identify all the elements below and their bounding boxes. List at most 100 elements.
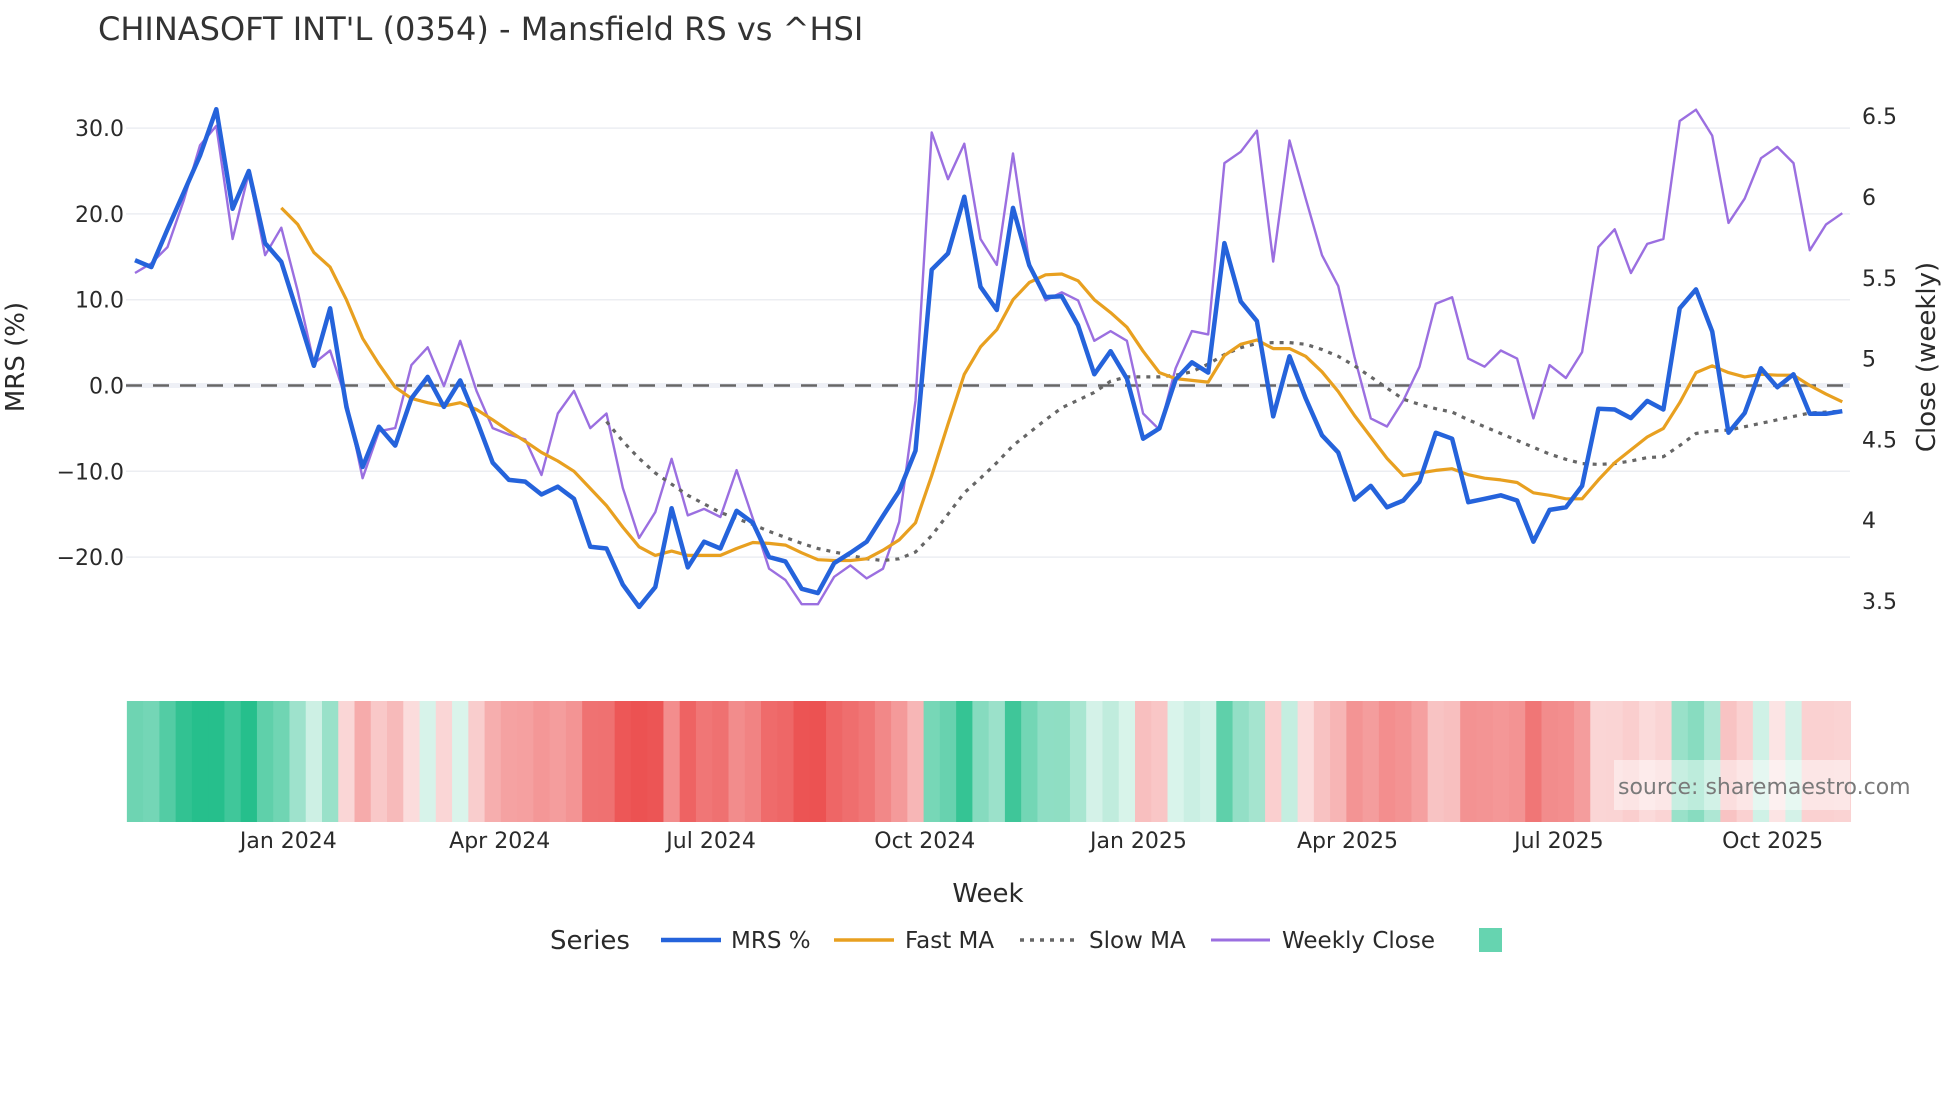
mrs-line (134, 106, 1843, 610)
heatmap-cell (387, 701, 404, 822)
heatmap-cell (321, 701, 339, 822)
heatmap-cell (1313, 701, 1331, 822)
legend-label-slow-ma: Slow MA (1089, 928, 1186, 954)
heatmap-cell (1086, 701, 1104, 822)
legend: Series MRS % Fast MA Slow MA Weekly Clos… (550, 926, 1502, 956)
x-axis-title: Week (952, 879, 1023, 909)
legend-item-weekly-close[interactable]: Weekly Close (1211, 928, 1435, 954)
heatmap-cell (517, 701, 534, 822)
heatmap-cell (679, 701, 697, 822)
heatmap-cell (728, 701, 746, 822)
heatmap-cell (370, 701, 388, 822)
heatmap-cell (1411, 701, 1429, 822)
heatmap-cell (972, 701, 990, 822)
heatmap-cell (224, 701, 242, 822)
gridlines (126, 127, 1850, 558)
x-tick-label: Oct 2024 (874, 829, 975, 854)
heatmap-cell (1378, 701, 1396, 822)
heatmap-cell (452, 701, 469, 822)
legend-item-slow-ma[interactable]: Slow MA (1020, 928, 1186, 954)
heatmap-cell (793, 701, 811, 822)
heatmap-cell (1574, 701, 1591, 822)
mrs-heatmap-strip (126, 701, 1852, 822)
heatmap-cell (1037, 701, 1055, 822)
legend-item-mrs[interactable]: MRS % (661, 928, 811, 954)
heatmap-cell (1134, 701, 1152, 822)
x-tick-label: Oct 2025 (1722, 829, 1823, 854)
x-tick-label: Jul 2025 (1512, 829, 1604, 854)
heatmap-cell (647, 701, 665, 822)
heatmap-cell (159, 701, 177, 822)
weekly-close-line (134, 108, 1843, 606)
y2-tick-label: 5.5 (1862, 267, 1897, 292)
heatmap-cell (305, 701, 323, 822)
legend-swatch-heatmap[interactable] (1479, 928, 1502, 952)
y2-tick-label: 6 (1862, 186, 1876, 211)
heatmap-cell (712, 701, 730, 822)
source-annotation: source: sharemaestro.com (1614, 760, 1911, 810)
chart-title: CHINASOFT INT'L (0354) - Mansfield RS vs… (98, 10, 863, 48)
heatmap-cell (663, 701, 681, 822)
heatmap-cell (1232, 701, 1250, 822)
heatmap-cell (598, 701, 616, 822)
heatmap-cell (1443, 701, 1461, 822)
x-tick-label: Jan 2025 (1088, 829, 1187, 854)
y2-tick-label: 3.5 (1862, 590, 1897, 615)
heatmap-cell (143, 701, 160, 822)
left-y-axis-ticks: 30.0 20.0 10.0 0.0 −10.0 −20.0 (57, 117, 124, 571)
heatmap-cell (1460, 701, 1478, 822)
heatmap-cell (500, 701, 518, 822)
heatmap-cell (273, 701, 291, 822)
heatmap-cell (1330, 701, 1347, 822)
heatmap-cell (403, 701, 421, 822)
right-y-axis-ticks: 6.5 6 5.5 5 4.5 4 3.5 (1862, 105, 1897, 615)
heatmap-cell (1183, 701, 1201, 822)
heatmap-cell (1167, 701, 1185, 822)
heatmap-cell (175, 701, 193, 822)
heatmap-cell (1427, 701, 1445, 822)
heatmap-cell (858, 701, 876, 822)
heatmap-cell (126, 701, 144, 822)
heatmap-cell (695, 701, 713, 822)
heatmap-cell (826, 701, 843, 822)
heatmap-cell (533, 701, 551, 822)
heatmap-cell (777, 701, 795, 822)
x-axis-ticks: Jan 2024 Apr 2024 Jul 2024 Oct 2024 Jan 2025… (238, 829, 1823, 854)
legend-item-fast-ma[interactable]: Fast MA (834, 928, 994, 954)
right-y-axis-title: Close (weekly) (1912, 262, 1942, 452)
y2-tick-label: 4 (1862, 509, 1876, 534)
heatmap-cell (468, 701, 486, 822)
legend-label-fast-ma: Fast MA (905, 928, 994, 954)
heatmap-cell (1346, 701, 1364, 822)
mansfield-rs-chart: CHINASOFT INT'L (0354) - Mansfield RS vs… (1, 10, 1942, 956)
heatmap-cell (1395, 701, 1413, 822)
heatmap-cell (1216, 701, 1234, 822)
heatmap-cell (240, 701, 258, 822)
y-tick-label: 30.0 (75, 117, 124, 142)
legend-label-weekly-close: Weekly Close (1282, 928, 1435, 954)
x-tick-label: Apr 2025 (1297, 829, 1398, 854)
heatmap-cell (939, 701, 957, 822)
heatmap-cell (1508, 701, 1526, 822)
heatmap-cell (1265, 701, 1282, 822)
left-y-axis-title: MRS (%) (1, 302, 31, 412)
heatmap-cell (582, 701, 600, 822)
heatmap-cell (289, 701, 307, 822)
x-tick-label: Jan 2024 (238, 829, 337, 854)
source-text: source: sharemaestro.com (1618, 775, 1911, 800)
x-tick-label: Apr 2024 (449, 829, 550, 854)
heatmap-cell (630, 701, 648, 822)
y2-tick-label: 6.5 (1862, 105, 1897, 130)
heatmap-cell (614, 701, 632, 822)
y-tick-label: 10.0 (75, 289, 124, 314)
heatmap-cell (1102, 701, 1120, 822)
slow-ma-line (605, 341, 1843, 563)
y2-tick-label: 5 (1862, 348, 1876, 373)
heatmap-cell (1118, 701, 1136, 822)
heatmap-cell (1021, 701, 1039, 822)
heatmap-cell (419, 701, 437, 822)
legend-title: Series (550, 926, 630, 956)
heatmap-cell (907, 701, 925, 822)
legend-label-mrs: MRS % (731, 928, 811, 954)
heatmap-cell (891, 701, 908, 822)
